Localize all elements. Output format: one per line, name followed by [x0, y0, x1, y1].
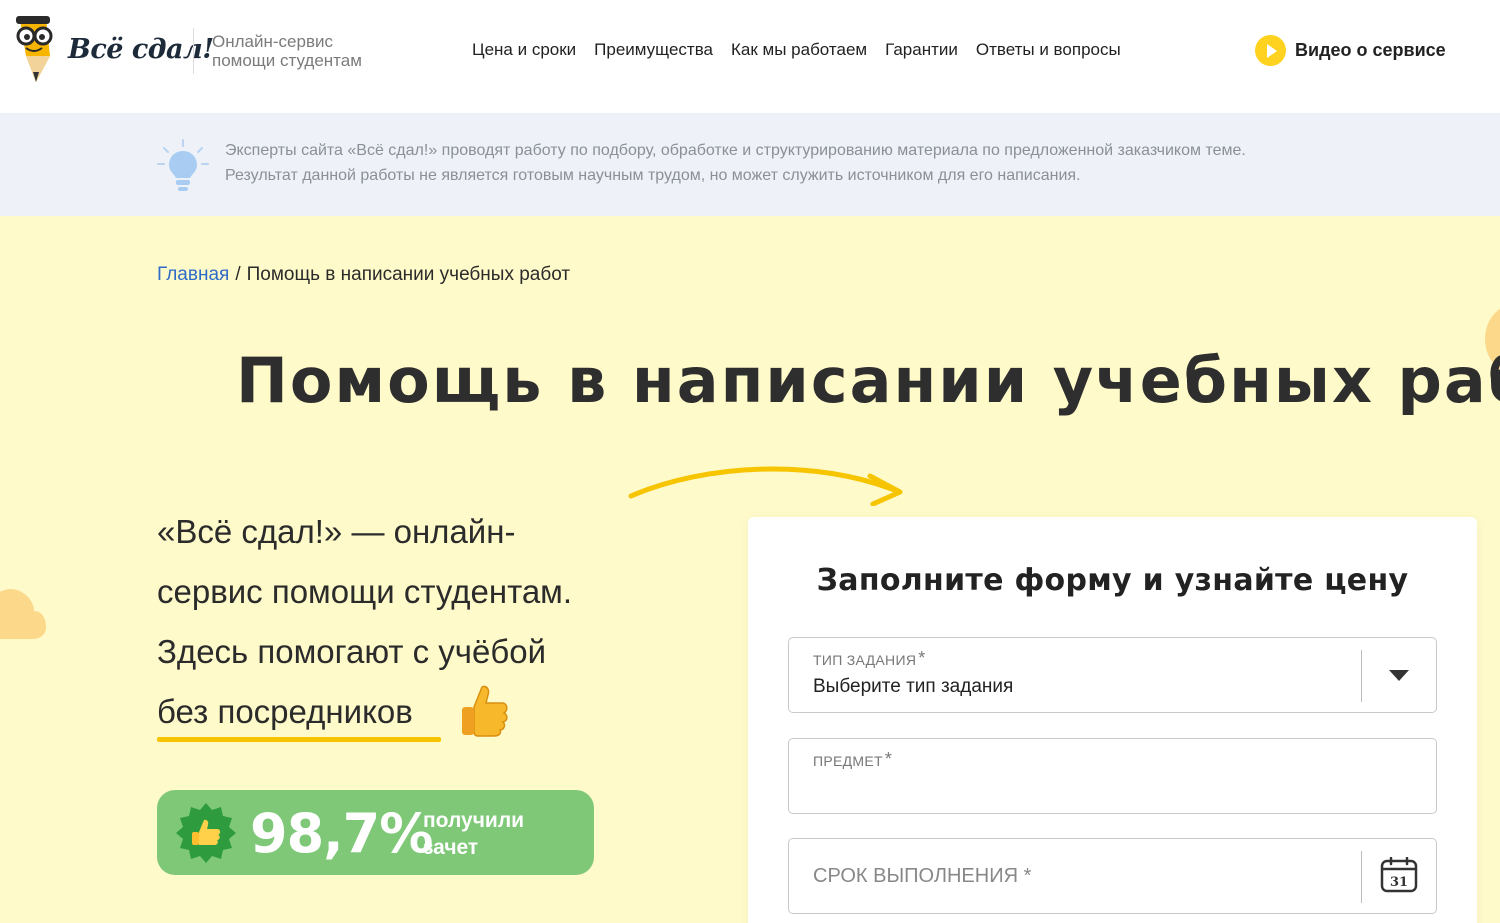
calendar-day: 31	[1390, 875, 1408, 890]
disclaimer-line1: Эксперты сайта «Всё сдал!» проводят рабо…	[225, 142, 1246, 159]
nav-advantages[interactable]: Преимущества	[594, 40, 713, 60]
stat-caption-line1: получили	[423, 809, 525, 832]
lead-line3: Здесь помогают с учёбой	[157, 633, 547, 670]
breadcrumb-separator: /	[235, 264, 241, 285]
deadline-field[interactable]: Срок выполнения * 31	[788, 838, 1437, 914]
task-type-value: Выберите тип задания	[813, 676, 1014, 697]
subject-required-mark: *	[884, 749, 893, 769]
nav-faq[interactable]: Ответы и вопросы	[976, 40, 1121, 60]
lead-line2: сервис помощи студентам.	[157, 573, 573, 610]
deadline-divider	[1361, 851, 1362, 903]
seal-thumbs-up-icon	[176, 803, 236, 863]
breadcrumb-current: Помощь в написании учебных работ	[246, 264, 571, 285]
select-divider	[1361, 650, 1362, 702]
success-rate-caption: получили зачет	[423, 807, 524, 861]
breadcrumb: Главная / Помощь в написании учебных работ	[157, 264, 570, 286]
breadcrumb-home[interactable]: Главная	[157, 264, 229, 285]
order-form: Заполните форму и узнайте цену Тип задан…	[748, 517, 1477, 923]
subject-label: Предмет *	[813, 749, 892, 774]
task-type-required-mark: *	[918, 648, 926, 668]
success-rate-value: 98,7%	[250, 802, 433, 865]
logo-text[interactable]: Всё сдал!	[68, 34, 214, 65]
form-title: Заполните форму и узнайте цену	[816, 563, 1409, 598]
main-nav: Цена и сроки Преимущества Как мы работае…	[472, 40, 1121, 60]
page-title: Помощь в написании учебных работ	[236, 344, 1500, 417]
play-icon	[1255, 35, 1286, 66]
disclaimer-text: Эксперты сайта «Всё сдал!» проводят рабо…	[225, 139, 1425, 188]
chevron-down-icon[interactable]	[1389, 670, 1409, 681]
thumbs-up-icon	[462, 685, 508, 737]
task-type-label-text: Тип задания	[813, 652, 917, 668]
task-type-label: Тип задания *	[813, 648, 926, 673]
site-header: Всё сдал! Онлайн-сервис помощи студентам…	[0, 0, 1500, 113]
arrow-icon	[628, 466, 903, 506]
nav-how-we-work[interactable]: Как мы работаем	[731, 40, 867, 60]
hero-section: Главная / Помощь в написании учебных работ…	[0, 216, 1500, 923]
nav-guarantees[interactable]: Гарантии	[885, 40, 958, 60]
lightbulb-icon	[157, 139, 209, 191]
deadline-placeholder: Срок выполнения *	[813, 865, 1032, 887]
mascot-logo-icon[interactable]	[6, 12, 60, 86]
tagline-line1: Онлайн-сервис	[212, 32, 333, 51]
nav-price[interactable]: Цена и сроки	[472, 40, 576, 60]
subject-label-text: Предмет	[813, 753, 883, 769]
cloud-decoration	[0, 589, 46, 639]
logo-divider	[193, 28, 194, 74]
success-rate-badge: 98,7% получили зачет	[157, 790, 594, 875]
lead-line1: «Всё сдал!» — онлайн-	[157, 513, 516, 550]
tagline-line2: помощи студентам	[212, 51, 362, 70]
video-label: Видео о сервисе	[1295, 40, 1446, 60]
calendar-icon[interactable]: 31	[1380, 857, 1418, 893]
lead-underline	[157, 737, 441, 742]
tagline: Онлайн-сервис помощи студентам	[212, 32, 362, 70]
stat-caption-line2: зачет	[423, 836, 479, 859]
lead-line4: без посредников	[157, 693, 413, 730]
video-button[interactable]: Видео о сервисе	[1255, 35, 1446, 66]
task-type-select[interactable]: Тип задания * Выберите тип задания	[788, 637, 1437, 713]
disclaimer-line2: Результат данной работы не является гото…	[225, 166, 1081, 184]
hero-lead: «Всё сдал!» — онлайн- сервис помощи студ…	[157, 502, 637, 742]
subject-field[interactable]: Предмет *	[788, 738, 1437, 814]
